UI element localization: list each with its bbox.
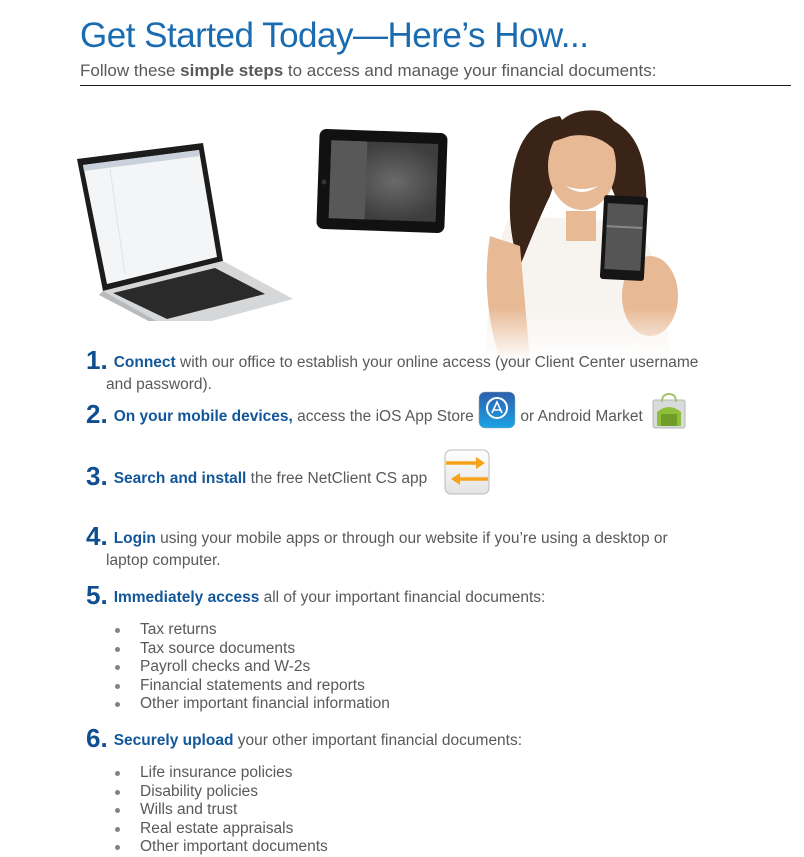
step-text: your other important financial documents… <box>233 732 523 749</box>
step-text: all of your important financial document… <box>259 589 546 606</box>
step-lead: Immediately access <box>113 589 260 606</box>
list-item: Other important financial information <box>112 695 390 714</box>
list-item: Tax returns <box>112 621 390 640</box>
step-text-continued: and password). <box>106 376 212 393</box>
android-market-icon[interactable] <box>651 392 687 430</box>
hero-illustration <box>60 96 780 361</box>
step-number: 6. <box>86 723 108 753</box>
step-number: 4. <box>86 521 108 551</box>
list-item: Disability policies <box>112 783 328 802</box>
step-5: 5. Immediately access all of your importa… <box>86 582 546 609</box>
step-text: or Android Market <box>516 408 643 425</box>
upload-document-list: Life insurance policies Disability polic… <box>112 764 328 857</box>
step-text: using your mobile apps or through our we… <box>155 530 668 547</box>
netclient-cs-icon[interactable] <box>444 449 490 495</box>
step-text-continued: laptop computer. <box>106 552 221 569</box>
subtitle-emphasis: simple steps <box>180 61 284 80</box>
step-lead: Connect <box>113 354 176 371</box>
subtitle-text: Follow these <box>80 61 181 80</box>
subtitle-text-end: to access and manage your financial docu… <box>283 61 657 80</box>
step-text: the free NetClient CS app <box>246 470 428 488</box>
step-6: 6. Securely upload your other important f… <box>86 725 523 752</box>
step-lead: Search and install <box>113 470 247 488</box>
tablet-image <box>316 129 448 233</box>
step-number: 2. <box>86 399 108 429</box>
list-item: Tax source documents <box>112 640 390 659</box>
list-item: Wills and trust <box>112 801 328 820</box>
step-lead: On your mobile devices, <box>113 408 293 425</box>
list-item: Real estate appraisals <box>112 820 328 839</box>
laptop-image <box>77 143 293 321</box>
step-number: 5. <box>86 580 108 610</box>
step-2: 2. On your mobile devices, access the iOS… <box>86 391 687 430</box>
page-title: Get Started Today—Here’s How... <box>80 16 589 55</box>
step-lead: Login <box>113 530 156 547</box>
app-store-icon[interactable] <box>478 391 516 429</box>
step-number: 1. <box>86 345 108 375</box>
step-lead: Securely upload <box>113 732 234 749</box>
step-4: 4. Login using your mobile apps or throug… <box>86 523 668 572</box>
page-subtitle: Follow these simple steps to access and … <box>80 60 656 82</box>
step-text: access the iOS App Store <box>292 408 474 425</box>
access-document-list: Tax returns Tax source documents Payroll… <box>112 621 390 714</box>
header-divider <box>80 85 791 86</box>
step-text: with our office to establish your online… <box>175 354 699 371</box>
list-item: Payroll checks and W-2s <box>112 658 390 677</box>
woman-holding-phone-image <box>450 96 710 361</box>
step-number: 3. <box>86 461 108 492</box>
list-item: Life insurance policies <box>112 764 328 783</box>
list-item: Other important documents <box>112 838 328 857</box>
step-3: 3. Search and install the free NetClient … <box>86 449 490 495</box>
step-1: 1. Connect with our office to establish y… <box>86 347 699 396</box>
list-item: Financial statements and reports <box>112 677 390 696</box>
